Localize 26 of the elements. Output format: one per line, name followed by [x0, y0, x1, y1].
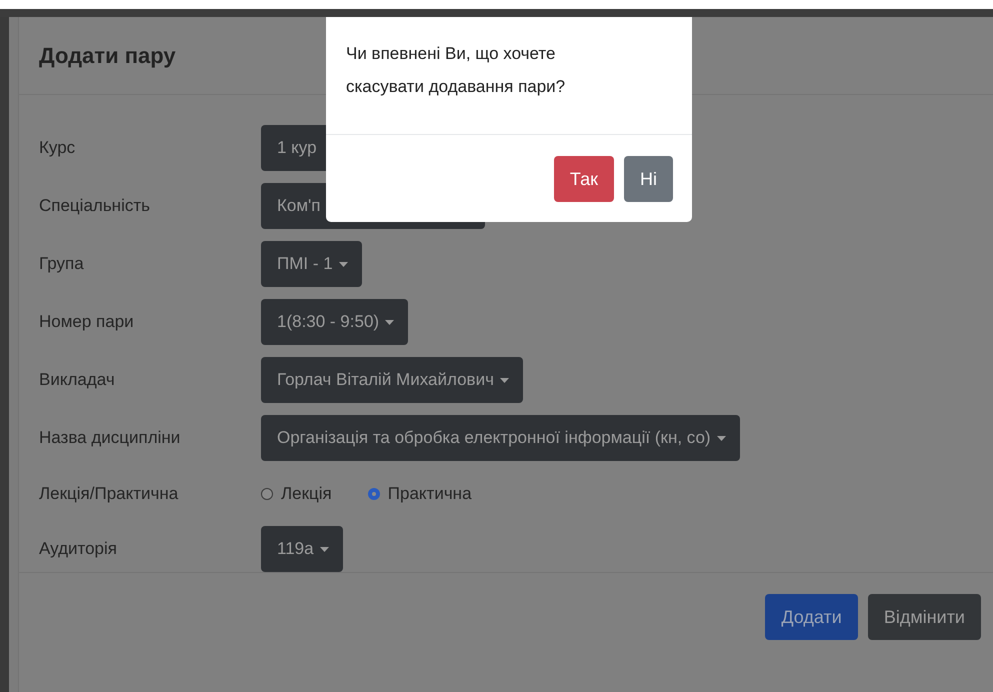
cancel-button[interactable]: Відмінити — [868, 594, 981, 640]
confirm-message: Чи впевнені Ви, що хочете скасувати додавання пари? — [326, 17, 692, 135]
yes-button[interactable]: Так — [554, 156, 614, 202]
field-label: Лекція/Практична — [39, 484, 180, 504]
radio-option[interactable]: Лекція — [261, 484, 332, 504]
dropdown-button[interactable]: 1(8:30 - 9:50) — [261, 299, 408, 345]
field-label: Аудиторія — [39, 539, 118, 559]
dropdown-button[interactable]: Організація та обробка електронної інформації (кн, со) — [261, 415, 740, 461]
modal-title: Додати пару — [39, 42, 176, 68]
caret-icon — [320, 546, 329, 552]
dropdown-button[interactable]: ПМІ - 1 — [261, 241, 362, 287]
dropdown-button[interactable]: 119а — [261, 526, 343, 572]
field-label: Спеціальність — [39, 196, 151, 216]
no-button[interactable]: Ні — [624, 156, 673, 202]
radio-option[interactable]: Практична — [368, 484, 472, 504]
field-label: Курс — [39, 138, 76, 158]
field-label: Викладач — [39, 370, 116, 390]
caret-icon — [385, 320, 394, 324]
field-label: Номер пари — [39, 312, 135, 332]
caret-icon — [500, 378, 509, 382]
add-button[interactable]: Додати — [765, 594, 858, 640]
field-label: Назва дисципліни — [39, 428, 182, 448]
dropdown-button[interactable]: Горлач Віталій Михайлович — [261, 357, 523, 403]
caret-icon — [338, 262, 348, 266]
field-label: Група — [39, 254, 85, 274]
caret-icon — [716, 436, 726, 440]
